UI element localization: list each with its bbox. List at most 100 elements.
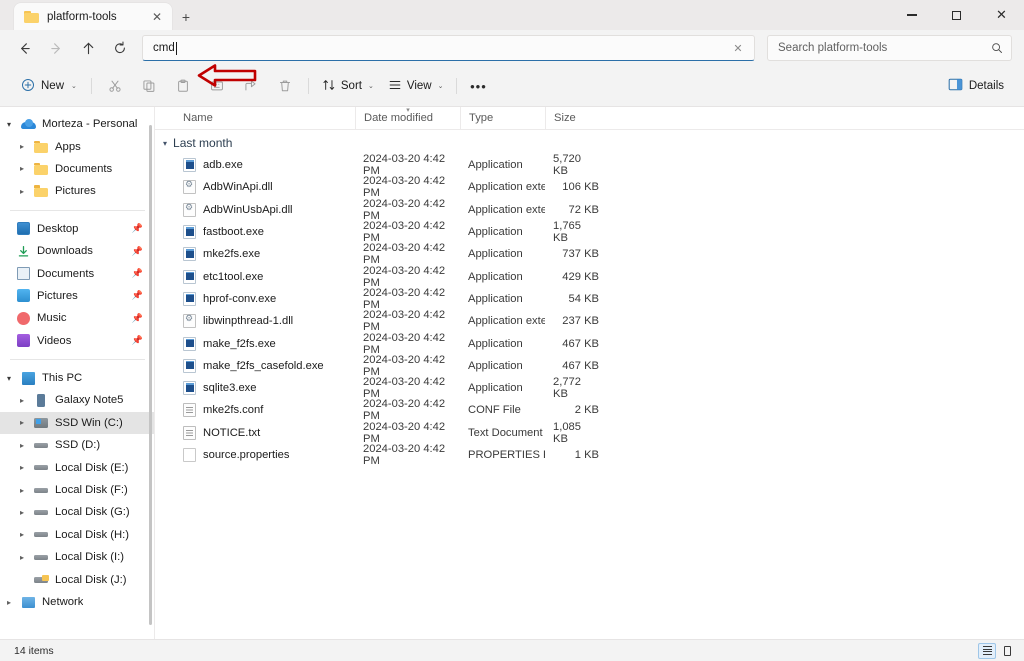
pin-icon[interactable]: 📌 bbox=[132, 290, 143, 301]
chevron-right-icon[interactable]: ▸ bbox=[13, 553, 31, 562]
table-row[interactable]: mke2fs.exe 2024-03-20 4:42 PM Applicatio… bbox=[155, 242, 1024, 266]
view-button[interactable]: View ⌄ bbox=[381, 72, 451, 100]
table-row[interactable]: fastboot.exe 2024-03-20 4:42 PM Applicat… bbox=[155, 220, 1024, 244]
sidebar-item-galaxy-note5[interactable]: ▸ Galaxy Note5 bbox=[0, 389, 155, 411]
sidebar-item-local-disk-h[interactable]: ▸ Local Disk (H:) bbox=[0, 524, 155, 546]
file-rows: ▾ Last month adb.exe 2024-03-20 4:42 PM … bbox=[155, 130, 1024, 639]
share-button[interactable] bbox=[234, 72, 268, 100]
chevron-right-icon[interactable]: ▸ bbox=[13, 418, 31, 427]
file-name: source.properties bbox=[203, 449, 290, 461]
sidebar-item-ssd-win-c[interactable]: ▸ SSD Win (C:) bbox=[0, 411, 155, 435]
delete-button[interactable] bbox=[268, 72, 302, 100]
chevron-right-icon[interactable]: ▸ bbox=[13, 142, 31, 151]
address-input[interactable]: cmd ✕ bbox=[142, 35, 755, 61]
pin-icon[interactable]: 📌 bbox=[132, 268, 143, 279]
chevron-down-icon[interactable]: ▾ bbox=[0, 374, 18, 383]
sidebar-item-this-pc[interactable]: ▾ This PC bbox=[0, 367, 155, 389]
sidebar-item-local-disk-g[interactable]: ▸ Local Disk (G:) bbox=[0, 501, 155, 523]
sidebar-item-label: Local Disk (H:) bbox=[55, 528, 130, 541]
drive-icon bbox=[31, 465, 51, 471]
pin-icon[interactable]: 📌 bbox=[132, 313, 143, 324]
table-row[interactable]: adb.exe 2024-03-20 4:42 PM Application 5… bbox=[155, 153, 1024, 177]
sidebar-item-pictures[interactable]: Pictures 📌 bbox=[0, 285, 155, 307]
sidebar-item-documents[interactable]: Documents 📌 bbox=[0, 262, 155, 284]
sidebar-item-local-disk-j[interactable]: Local Disk (J:) bbox=[0, 568, 155, 590]
chevron-down-icon[interactable]: ▾ bbox=[0, 120, 18, 129]
drive-j-icon bbox=[31, 574, 51, 583]
table-row[interactable]: source.properties 2024-03-20 4:42 PM PRO… bbox=[155, 443, 1024, 467]
sidebar-item-apps[interactable]: ▸ Apps bbox=[0, 135, 155, 157]
minimize-button[interactable] bbox=[889, 0, 934, 30]
sort-button[interactable]: Sort ⌄ bbox=[315, 72, 381, 100]
chevron-right-icon[interactable]: ▸ bbox=[13, 396, 31, 405]
table-row[interactable]: make_f2fs_casefold.exe 2024-03-20 4:42 P… bbox=[155, 354, 1024, 378]
sidebar-item-onedrive[interactable]: ▾ Morteza - Personal bbox=[0, 113, 155, 135]
sidebar-item-pictures-onedrive[interactable]: ▸ Pictures bbox=[0, 180, 155, 202]
pane-divider[interactable] bbox=[154, 107, 155, 639]
column-header-type[interactable]: Type bbox=[460, 106, 545, 130]
table-row[interactable]: etc1tool.exe 2024-03-20 4:42 PM Applicat… bbox=[155, 265, 1024, 289]
new-tab-button[interactable]: + bbox=[172, 3, 200, 30]
chevron-right-icon[interactable]: ▸ bbox=[13, 530, 31, 539]
large-icons-view-button[interactable] bbox=[998, 643, 1016, 659]
table-row[interactable]: hprof-conv.exe 2024-03-20 4:42 PM Applic… bbox=[155, 287, 1024, 311]
chevron-right-icon[interactable]: ▸ bbox=[13, 463, 31, 472]
table-row[interactable]: libwinpthread-1.dll 2024-03-20 4:42 PM A… bbox=[155, 309, 1024, 333]
table-row[interactable]: NOTICE.txt 2024-03-20 4:42 PM Text Docum… bbox=[155, 421, 1024, 445]
search-box[interactable]: Search platform-tools bbox=[767, 35, 1012, 61]
column-header-size[interactable]: Size bbox=[545, 106, 605, 130]
chevron-down-icon[interactable]: ▾ bbox=[163, 139, 167, 148]
column-header-name[interactable]: Name bbox=[173, 107, 355, 130]
search-input[interactable]: Search platform-tools bbox=[778, 42, 991, 54]
chevron-right-icon[interactable]: ▸ bbox=[13, 486, 31, 495]
sidebar-item-documents-onedrive[interactable]: ▸ Documents bbox=[0, 158, 155, 180]
desktop-icon bbox=[13, 222, 33, 236]
clear-address-icon[interactable]: ✕ bbox=[730, 40, 746, 56]
forward-button[interactable] bbox=[40, 33, 72, 63]
pin-icon[interactable]: 📌 bbox=[132, 335, 143, 346]
sidebar-item-label: Pictures bbox=[55, 185, 96, 198]
maximize-button[interactable] bbox=[934, 0, 979, 30]
table-row[interactable]: sqlite3.exe 2024-03-20 4:42 PM Applicati… bbox=[155, 376, 1024, 400]
chevron-right-icon[interactable]: ▸ bbox=[13, 508, 31, 517]
navigation-pane-scrollbar[interactable] bbox=[149, 125, 152, 625]
details-view-button[interactable] bbox=[978, 642, 996, 659]
sidebar-item-local-disk-e[interactable]: ▸ Local Disk (E:) bbox=[0, 456, 155, 478]
more-options-button[interactable]: ••• bbox=[463, 72, 493, 100]
chevron-right-icon[interactable]: ▸ bbox=[0, 598, 18, 607]
rename-button[interactable] bbox=[200, 72, 234, 100]
group-header-last-month[interactable]: ▾ Last month bbox=[155, 132, 1024, 154]
table-row[interactable]: mke2fs.conf 2024-03-20 4:42 PM CONF File… bbox=[155, 398, 1024, 422]
chevron-right-icon[interactable]: ▸ bbox=[13, 187, 31, 196]
chevron-right-icon[interactable]: ▸ bbox=[13, 441, 31, 450]
sidebar-item-network[interactable]: ▸ Network bbox=[0, 591, 155, 613]
details-pane-button[interactable]: Details bbox=[940, 72, 1012, 100]
pin-icon[interactable]: 📌 bbox=[132, 223, 143, 234]
column-header-date-modified[interactable]: ▾ Date modified bbox=[355, 106, 460, 130]
cut-button[interactable] bbox=[98, 72, 132, 100]
table-row[interactable]: AdbWinUsbApi.dll 2024-03-20 4:42 PM Appl… bbox=[155, 197, 1024, 222]
copy-button[interactable] bbox=[132, 72, 166, 100]
sidebar-item-music[interactable]: Music 📌 bbox=[0, 307, 155, 329]
close-window-button[interactable]: ✕ bbox=[979, 0, 1024, 30]
sidebar-item-local-disk-f[interactable]: ▸ Local Disk (F:) bbox=[0, 479, 155, 501]
sidebar-item-ssd-d[interactable]: ▸ SSD (D:) bbox=[0, 434, 155, 456]
sidebar-item-local-disk-i[interactable]: ▸ Local Disk (I:) bbox=[0, 546, 155, 568]
new-button[interactable]: New ⌄ bbox=[14, 72, 85, 100]
sidebar-item-desktop[interactable]: Desktop 📌 bbox=[0, 218, 155, 240]
pin-icon[interactable]: 📌 bbox=[132, 246, 143, 257]
paste-button[interactable] bbox=[166, 72, 200, 100]
refresh-button[interactable] bbox=[104, 33, 136, 63]
sidebar-item-videos[interactable]: Videos 📌 bbox=[0, 330, 155, 352]
file-date: 2024-03-20 4:42 PM bbox=[363, 197, 446, 222]
sidebar-item-downloads[interactable]: Downloads 📌 bbox=[0, 240, 155, 262]
table-row[interactable]: AdbWinApi.dll 2024-03-20 4:42 PM Applica… bbox=[155, 175, 1024, 199]
up-button[interactable] bbox=[72, 33, 104, 63]
explorer-body: ▾ Morteza - Personal ▸ Apps ▸ Documents … bbox=[0, 106, 1024, 639]
close-tab-icon[interactable]: ✕ bbox=[148, 8, 166, 26]
back-button[interactable] bbox=[8, 33, 40, 63]
tab-platform-tools[interactable]: platform-tools ✕ bbox=[14, 3, 172, 30]
chevron-down-icon: ⌄ bbox=[367, 83, 374, 90]
chevron-right-icon[interactable]: ▸ bbox=[13, 164, 31, 173]
table-row[interactable]: make_f2fs.exe 2024-03-20 4:42 PM Applica… bbox=[155, 332, 1024, 356]
